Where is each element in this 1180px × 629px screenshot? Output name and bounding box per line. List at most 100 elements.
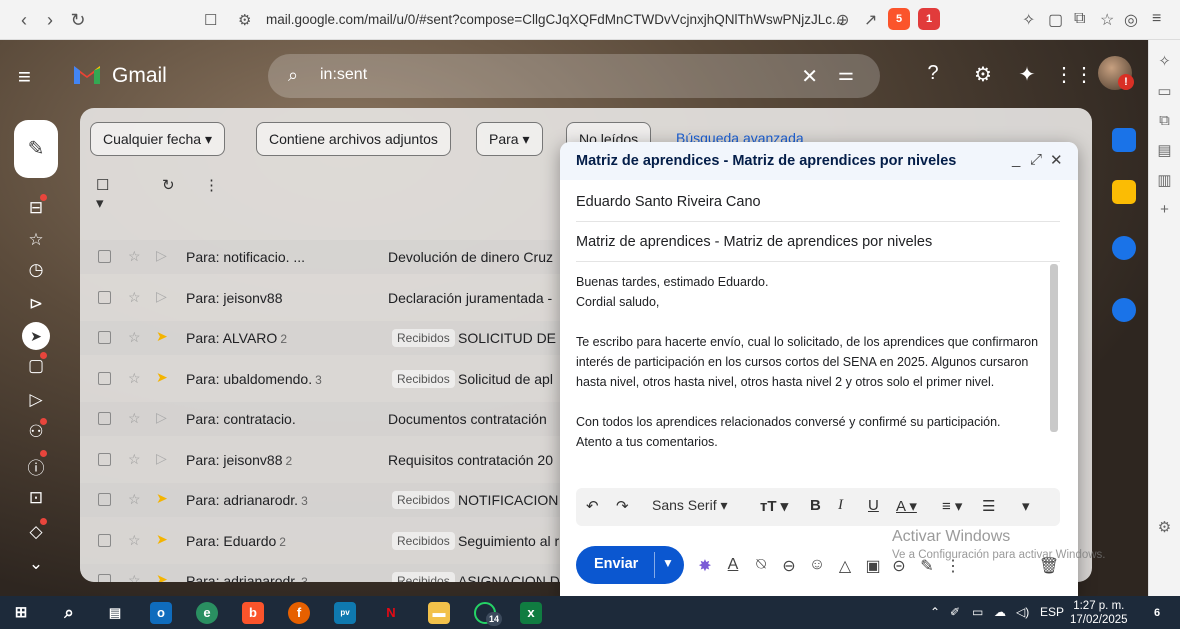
main-menu-icon[interactable]: ≡	[18, 64, 31, 90]
sent-icon[interactable]: ➤	[22, 322, 50, 350]
star-icon[interactable]: ☆	[128, 451, 141, 468]
share-icon[interactable]: ↗	[864, 10, 877, 30]
contacts-icon[interactable]: ⚇	[24, 422, 48, 442]
important-marker-icon[interactable]: ▷	[156, 409, 167, 426]
undo-icon[interactable]: ↶	[586, 497, 599, 515]
star-icon[interactable]: ☆	[128, 329, 141, 346]
more-options-icon[interactable]: ⋮	[204, 176, 219, 194]
info-icon[interactable]: ⓘ	[24, 454, 48, 479]
text-size-icon[interactable]: ᴛT ▾	[760, 497, 788, 515]
important-marker-icon[interactable]: ➤	[156, 490, 168, 507]
important-marker-icon[interactable]: ➤	[156, 571, 168, 582]
search-taskbar-icon[interactable]: ⌕	[58, 602, 80, 624]
row-checkbox[interactable]	[98, 331, 111, 344]
body-scrollbar[interactable]	[1050, 264, 1058, 432]
tag-icon[interactable]: ◇	[24, 522, 48, 542]
apps-grid-icon[interactable]: ⋮⋮	[1054, 62, 1094, 87]
numbered-list-icon[interactable]: ☰	[982, 497, 995, 515]
send-button[interactable]: Enviar ▼	[576, 546, 684, 584]
starred-icon[interactable]: ☆	[24, 230, 48, 250]
reload-icon[interactable]: ↻	[68, 10, 88, 30]
search-input[interactable]: in:sent	[320, 66, 367, 84]
vpn-icon[interactable]: ◎	[1124, 10, 1138, 30]
row-checkbox[interactable]	[98, 533, 111, 547]
important-marker-icon[interactable]: ➤	[156, 369, 168, 386]
forward-icon[interactable]: ›	[40, 10, 60, 30]
bookmarks-icon[interactable]: ☆	[1100, 10, 1114, 30]
label-badge[interactable]: Recibidos	[392, 491, 455, 509]
italic-icon[interactable]: I	[838, 497, 843, 514]
table-row[interactable]: ☆ ▷ Para: jeisonv88 Declaración juramentada…	[80, 281, 560, 315]
clock[interactable]: 1:27 p. m. 17/02/2025	[1070, 599, 1128, 627]
table-row[interactable]: ☆ ➤ Para: adrianarodr. 3 Recibidos NOTIFICACI…	[80, 483, 566, 517]
table-row[interactable]: ☆ ➤ Para: ALVARO 2 Recibidos SOLICITUD DE F	[80, 321, 568, 355]
battery-icon[interactable]: ▭	[972, 605, 983, 619]
label-badge[interactable]: Recibidos	[392, 531, 455, 550]
emoji-icon[interactable]: ☺	[806, 556, 828, 574]
prime-video-icon[interactable]: pv	[334, 602, 356, 624]
labels-icon[interactable]: ▷	[24, 390, 48, 410]
close-icon[interactable]: ✕	[1050, 151, 1063, 169]
star-icon[interactable]: ☆	[128, 572, 141, 582]
calendar-icon[interactable]	[1112, 128, 1136, 152]
photo-icon[interactable]: ▣	[862, 556, 884, 576]
back-icon[interactable]: ‹	[14, 10, 34, 30]
filter-to[interactable]: Para ▾	[476, 122, 543, 156]
tray-chevron-icon[interactable]: ⌃	[930, 605, 940, 619]
compose-button[interactable]: ✎	[14, 120, 58, 178]
tabs-icon[interactable]: ⧉	[1149, 112, 1180, 129]
label-badge[interactable]: Recibidos	[392, 572, 455, 582]
drive-icon[interactable]: △	[834, 556, 856, 576]
important-icon[interactable]: ⊳	[24, 294, 48, 314]
chat-icon[interactable]: ⊡	[24, 488, 48, 508]
outlook-icon[interactable]: o	[150, 602, 172, 624]
attach-icon[interactable]: ⍉	[750, 556, 772, 574]
star-icon[interactable]: ☆	[128, 410, 141, 427]
search-box[interactable]: ⌕ in:sent ✕ ⚌	[268, 54, 880, 98]
table-row[interactable]: ☆ ▷ Para: contratacio. Documentos contratac…	[80, 402, 560, 436]
filter-any-date[interactable]: Cualquier fecha ▾	[90, 122, 225, 156]
important-marker-icon[interactable]: ➤	[156, 328, 168, 345]
schedule-send-icon[interactable]: ▼	[662, 556, 674, 570]
redo-icon[interactable]: ↷	[616, 497, 629, 515]
sidebar-toggle-icon[interactable]: ▢	[1048, 10, 1063, 30]
history-icon[interactable]: ▤	[1149, 141, 1180, 159]
important-marker-icon[interactable]: ▷	[156, 450, 167, 467]
contacts-app-icon[interactable]	[1112, 298, 1136, 322]
brave-icon[interactable]: b	[242, 602, 264, 624]
menu-icon[interactable]: ≡	[1152, 10, 1161, 28]
important-marker-icon[interactable]: ▷	[156, 247, 167, 264]
chevron-down-icon[interactable]: ⌄	[24, 554, 48, 574]
label-badge[interactable]: Recibidos	[392, 329, 455, 347]
inbox-icon[interactable]: ⊟	[24, 198, 48, 218]
table-row[interactable]: ☆ ➤ Para: Eduardo 2 Recibidos Seguimiento al …	[80, 524, 560, 558]
refresh-icon[interactable]: ↻	[162, 176, 175, 194]
row-checkbox[interactable]	[98, 250, 111, 263]
minimize-icon[interactable]: _	[1012, 151, 1020, 168]
sidebar-settings-icon[interactable]: ⚙	[1149, 518, 1180, 536]
formatting-options-icon[interactable]: A	[722, 556, 744, 574]
zoom-icon[interactable]: ⊕	[836, 10, 849, 30]
brave-shields-icon[interactable]: 5	[888, 8, 910, 30]
brave-rewards-icon[interactable]: 1	[918, 8, 940, 30]
recipients-field[interactable]: Eduardo Santo Riveira Cano	[576, 182, 1060, 222]
book-icon[interactable]: ▥	[1149, 171, 1180, 189]
file-explorer-icon[interactable]: ▬	[428, 602, 450, 624]
task-view-icon[interactable]: ▤	[104, 602, 126, 624]
align-icon[interactable]: ≡ ▾	[942, 497, 962, 515]
search-icon[interactable]: ⌕	[288, 65, 298, 86]
snoozed-icon[interactable]: ◷	[24, 260, 48, 280]
star-icon[interactable]: ☆	[128, 248, 141, 265]
row-checkbox[interactable]	[98, 493, 111, 506]
link-icon[interactable]: ⊖	[778, 556, 800, 576]
underline-icon[interactable]: U	[868, 497, 879, 514]
bold-icon[interactable]: B	[810, 497, 821, 514]
add-panel-icon[interactable]: +	[1149, 201, 1180, 218]
language-indicator[interactable]: ESP	[1040, 605, 1064, 619]
volume-icon[interactable]: ◁)	[1016, 605, 1029, 619]
address-bar[interactable]: ☐ ⚙ mail.google.com/mail/u/0/#sent?compo…	[196, 6, 944, 34]
star-icon[interactable]: ☆	[128, 491, 141, 508]
message-body[interactable]: Buenas tardes, estimado Eduardo. Cordial …	[576, 272, 1044, 452]
text-color-icon[interactable]: A ▾	[896, 497, 917, 515]
onedrive-icon[interactable]: ☁	[994, 605, 1006, 619]
